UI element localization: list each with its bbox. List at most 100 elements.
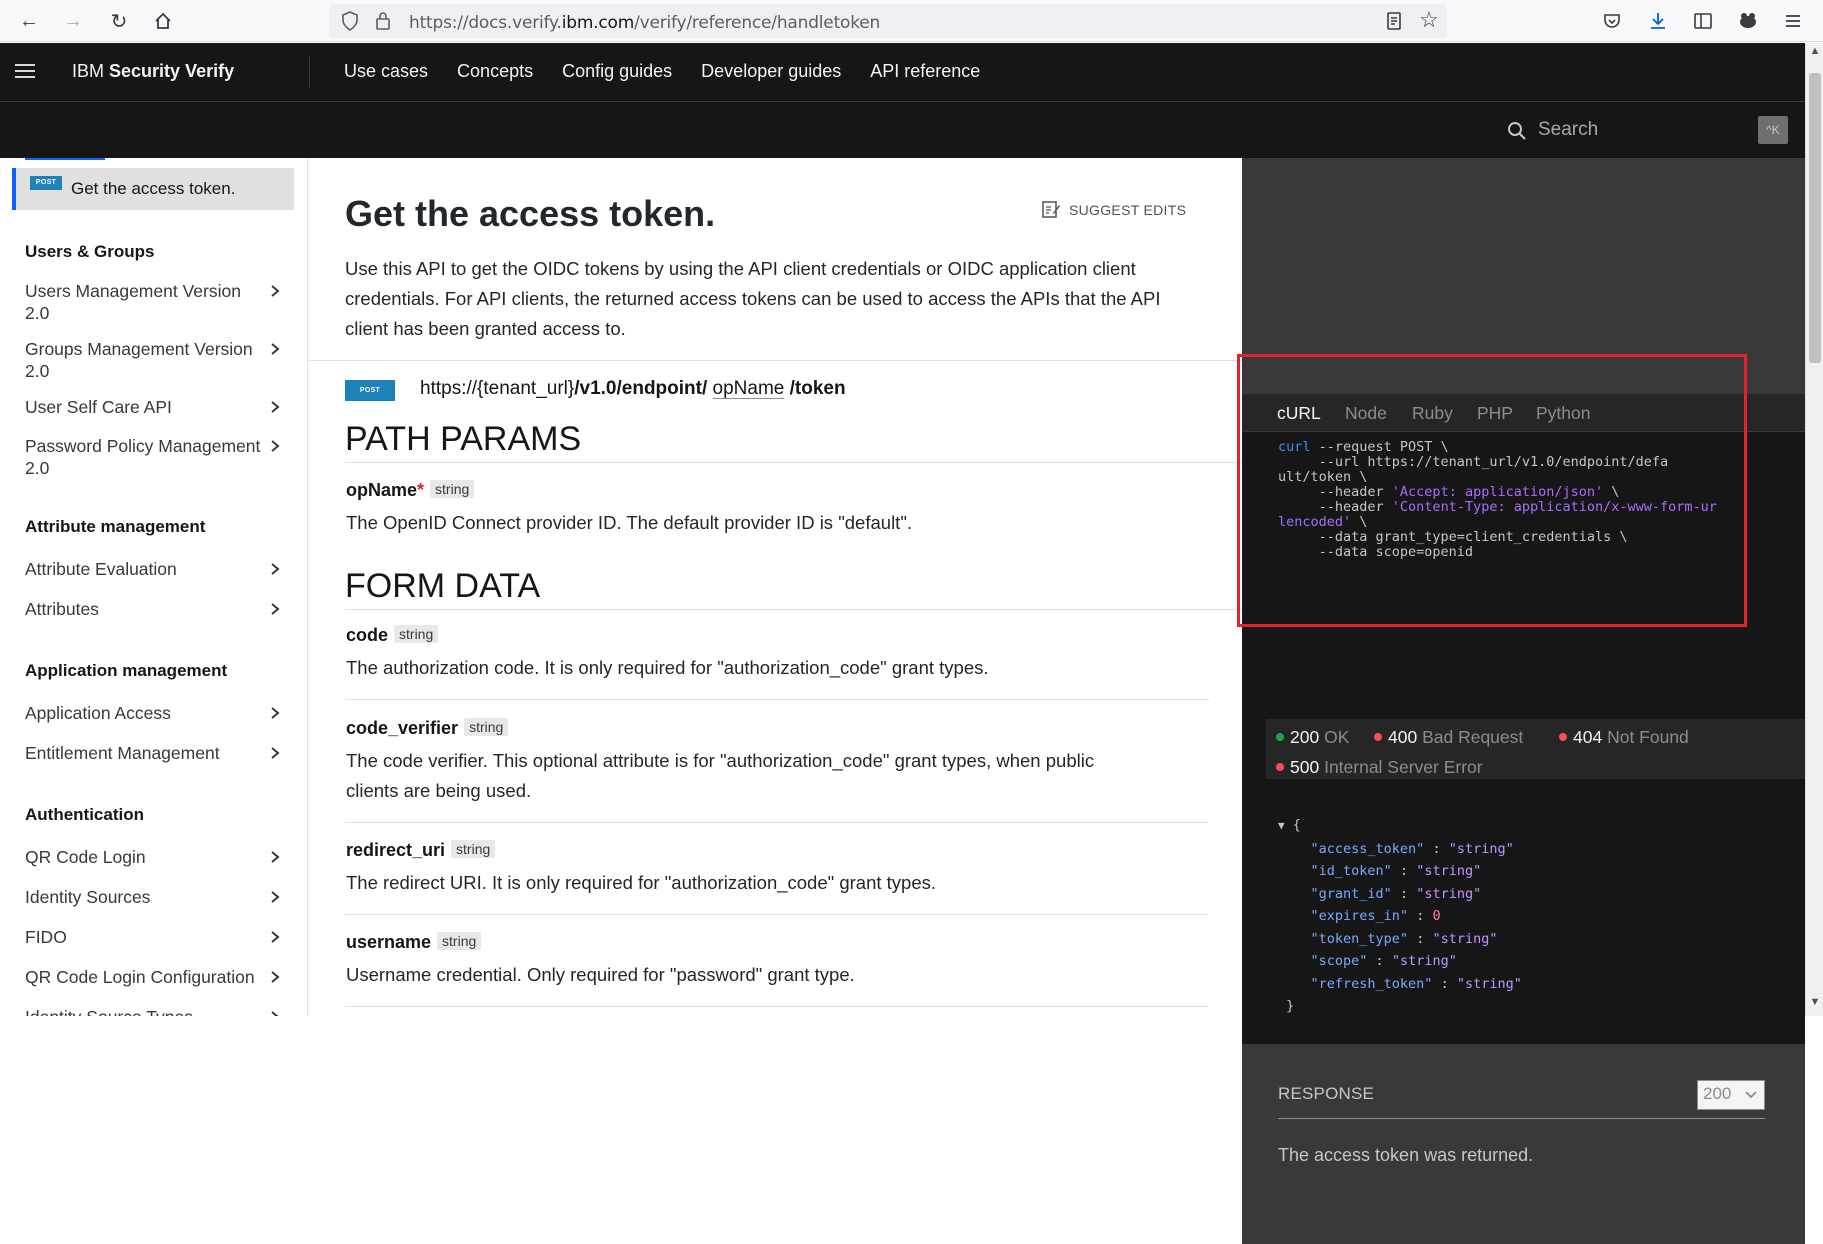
sidebar-item-fido[interactable]: FIDO	[25, 926, 285, 948]
menu-hamburger-icon[interactable]	[1778, 6, 1808, 36]
nav-config-guides[interactable]: Config guides	[562, 61, 672, 82]
chevron-right-icon	[268, 558, 282, 580]
reload-icon[interactable]: ↻	[104, 6, 134, 36]
param-description: Username credential. Only required for "…	[346, 964, 855, 985]
search-input[interactable]: Search ^K	[1502, 114, 1788, 146]
param-name: code_verifier string	[346, 718, 509, 739]
suggest-edits-label: SUGGEST EDITS	[1069, 202, 1187, 218]
sidebar-section-title: Attribute management	[25, 517, 206, 536]
suggest-edits-link[interactable]: SUGGEST EDITS	[1042, 201, 1187, 218]
shield-icon[interactable]	[339, 10, 361, 32]
sidebar-section-title: Authentication	[25, 805, 144, 824]
back-arrow-icon[interactable]: ←	[14, 6, 44, 36]
status-dot-icon	[1276, 733, 1284, 741]
sidebar-item-password-policy[interactable]: Password Policy Management 2.0	[25, 435, 285, 479]
status-dot-icon	[1559, 733, 1567, 741]
hamburger-menu-icon[interactable]	[14, 59, 36, 83]
param-divider	[345, 822, 1209, 823]
search-bar-row: Search ^K	[0, 102, 1805, 158]
nav-developer-guides[interactable]: Developer guides	[701, 61, 841, 82]
sidebar-item-entitlement-management[interactable]: Entitlement Management	[25, 742, 285, 764]
sidebar-item-qr-code-login[interactable]: QR Code Login	[25, 846, 285, 868]
chevron-right-icon	[268, 598, 282, 620]
status-404[interactable]: 404 Not Found	[1559, 727, 1689, 748]
nav-concepts[interactable]: Concepts	[457, 61, 533, 82]
param-name-text: redirect_uri	[346, 840, 446, 860]
chevron-down-icon	[1744, 1086, 1758, 1104]
brand-logo[interactable]: IBM Security Verify	[72, 61, 234, 82]
reader-view-icon[interactable]	[1383, 10, 1405, 32]
sidebar-item-identity-source-types[interactable]: Identity Source Types	[25, 1006, 285, 1016]
sidebar-item-label: Get the access token.	[71, 179, 236, 198]
response-code-select[interactable]: 200	[1697, 1080, 1765, 1110]
lock-icon[interactable]	[373, 10, 393, 32]
chevron-right-icon	[268, 396, 282, 418]
param-name: redirect_uri string	[346, 840, 496, 861]
sidebar-item-application-access[interactable]: Application Access	[25, 702, 285, 724]
json-value: 0	[1432, 908, 1441, 924]
json-value: "string"	[1456, 975, 1522, 992]
endpoint-param: opName	[712, 378, 785, 399]
sidebar-toggle-icon[interactable]	[1688, 6, 1718, 36]
endpoint-path-suffix: /token	[789, 378, 846, 399]
response-section: RESPONSE 200 The access token was return…	[1242, 1044, 1805, 1244]
sidebar-item-qr-code-login-configuration[interactable]: QR Code Login Configuration	[25, 966, 285, 988]
endpoint-row: POST https://{tenant_url}/v1.0/endpoint/…	[309, 360, 1242, 410]
json-value: "string"	[1416, 885, 1482, 902]
collapse-triangle-icon[interactable]: ▼	[1278, 819, 1285, 832]
param-name: code string	[346, 625, 439, 646]
site-header: IBM Security Verify Use cases Concepts C…	[0, 43, 1805, 102]
chevron-right-icon	[268, 966, 282, 988]
required-marker: *	[417, 480, 425, 500]
param-name: opName* string	[346, 480, 475, 501]
heading-divider	[345, 609, 1242, 610]
sidebar-item-get-access-token[interactable]: POST Get the access token.	[12, 168, 294, 210]
search-shortcut-badge: ^K	[1758, 116, 1788, 144]
json-key: "id_token"	[1310, 863, 1392, 879]
browser-toolbar: ← → ↻ https://docs.verify.ibm.com/verify…	[0, 0, 1823, 42]
pocket-icon[interactable]	[1597, 6, 1627, 36]
edit-document-icon	[1040, 198, 1062, 220]
sidebar-item-label: User Self Care API	[25, 397, 172, 417]
sidebar-item-user-self-care[interactable]: User Self Care API	[25, 396, 285, 418]
response-status-bar: 200 OK 400 Bad Request 404 Not Found 500…	[1266, 719, 1805, 779]
json-key: "access_token"	[1310, 840, 1425, 857]
sidebar-item-groups-management[interactable]: Groups Management Version 2.0	[25, 338, 285, 382]
url-bar[interactable]: https://docs.verify.ibm.com/verify/refer…	[329, 4, 1447, 38]
param-name-text: code_verifier	[346, 718, 459, 738]
forward-arrow-icon[interactable]: →	[58, 6, 88, 36]
chevron-right-icon	[268, 886, 282, 908]
scroll-down-icon[interactable]: ▼	[1806, 996, 1823, 1014]
url-text: https://docs.verify.ibm.com/verify/refer…	[409, 13, 881, 33]
main-content: Get the access token. SUGGEST EDITS Use …	[309, 158, 1242, 1016]
chevron-right-icon	[268, 435, 282, 457]
nav-use-cases[interactable]: Use cases	[344, 61, 428, 82]
status-400[interactable]: 400 Bad Request	[1374, 727, 1523, 748]
home-icon[interactable]	[148, 6, 178, 36]
page-scrollbar[interactable]: ▲ ▼	[1805, 43, 1823, 1016]
downloads-icon[interactable]	[1643, 6, 1673, 36]
sidebar-item-identity-sources[interactable]: Identity Sources	[25, 886, 285, 908]
sidebar-item-attributes[interactable]: Attributes	[25, 598, 285, 620]
param-name: username string	[346, 932, 482, 953]
post-method-badge: POST	[30, 176, 62, 190]
scroll-up-icon[interactable]: ▲	[1806, 45, 1823, 63]
nav-api-reference[interactable]: API reference	[870, 61, 980, 82]
sidebar-item-label: Users Management Version 2.0	[25, 281, 241, 323]
param-description: The code verifier. This optional attribu…	[346, 750, 1095, 801]
param-divider	[345, 699, 1209, 700]
param-type-badge: string	[394, 625, 439, 643]
extension-icon[interactable]	[1733, 6, 1763, 36]
json-value: "string"	[1391, 953, 1457, 969]
chevron-right-icon	[268, 846, 282, 868]
sidebar-item-users-management[interactable]: Users Management Version 2.0	[25, 280, 285, 324]
bookmark-star-icon[interactable]: ☆	[1417, 7, 1441, 32]
left-sidebar: POST Get the access token. Users & Group…	[0, 158, 308, 1016]
endpoint-url: https://{tenant_url}/v1.0/endpoint/ opNa…	[420, 378, 846, 400]
json-key: "expires_in"	[1310, 908, 1409, 924]
sidebar-item-attribute-evaluation[interactable]: Attribute Evaluation	[25, 558, 285, 580]
status-200[interactable]: 200 OK	[1276, 727, 1349, 748]
status-500[interactable]: 500 Internal Server Error	[1276, 757, 1483, 778]
sidebar-item-label: Identity Sources	[25, 887, 151, 907]
scrollbar-thumb[interactable]	[1809, 73, 1821, 363]
